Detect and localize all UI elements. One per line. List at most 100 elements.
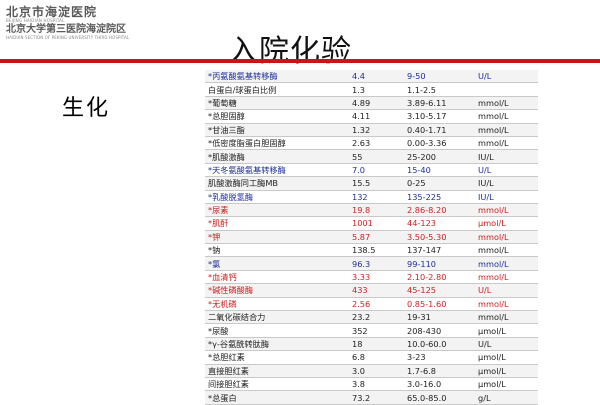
unit-cell: IU/L [475,190,538,204]
table-row: *天冬氨酸氨基转移酶 7.0 15-40 U/L [205,163,538,178]
table-row: *甘油三酯 1.32 0.40-1.71 mmol/L [205,123,538,137]
test-name-cell: 间接胆红素 [205,377,349,392]
header-divider [0,59,600,63]
unit-cell: U/L [475,70,538,84]
result-value-cell: 1.3 [349,82,404,97]
unit-cell: μmol/L [475,323,538,338]
result-value-cell: 4.89 [349,96,404,111]
result-value-cell: 5.87 [349,230,404,245]
result-value-cell: 132 [349,190,404,204]
test-name-cell: 肌酸激酶同工酶MB [205,176,349,191]
reference-range-cell: 19-31 [404,310,475,325]
test-name-cell: *天冬氨酸氨基转移酶 [205,163,349,178]
table-row: *血清钙 3.33 2.10-2.80 mmol/L [205,270,538,285]
result-value-cell: 4.11 [349,109,404,124]
test-name-cell: *乳酸脱氢酶 [205,190,349,204]
result-value-cell: 73.2 [349,390,404,405]
table-row: *碱性磷酸酶 433 45-125 U/L [205,283,538,298]
result-value-cell: 4.4 [349,70,404,84]
unit-cell: mmol/L [475,310,538,325]
result-value-cell: 138.5 [349,243,404,258]
test-name-cell: *尿素 [205,203,349,218]
table-row: *乳酸脱氢酶 132 135-225 IU/L [205,190,538,204]
hospital-logo: 北京市海淀医院 BEIJING HAIDIAN HOSPITAL 北京大学第三医… [6,6,196,40]
test-name-cell: *低密度脂蛋白胆固醇 [205,136,349,151]
table-row: *尿酸 352 208-430 μmol/L [205,323,538,338]
table-row: *氯 96.3 99-110 mmol/L [205,256,538,271]
unit-cell: mmol/L [475,297,538,312]
table-row: 白蛋白/球蛋白比例 1.3 1.1-2.5 [205,82,538,97]
table-row: *丙氨酸氨基转移酶 4.4 9-50 U/L [205,70,538,84]
reference-range-cell: 3.0-16.0 [404,377,475,392]
test-name-cell: *钾 [205,230,349,245]
reference-range-cell: 3-23 [404,350,475,365]
test-name-cell: *尿酸 [205,323,349,338]
reference-range-cell: 25-200 [404,149,475,164]
result-value-cell: 19.8 [349,203,404,218]
reference-range-cell: 65.0-85.0 [404,390,475,405]
test-name-cell: *肌酐 [205,216,349,231]
unit-cell: μmol/L [475,364,538,378]
result-value-cell: 18 [349,337,404,352]
unit-cell: μmol/L [475,350,538,365]
unit-cell: mmol/L [475,136,538,151]
table-row: *总胆固醇 4.11 3.10-5.17 mmol/L [205,109,538,124]
reference-range-cell: 9-50 [404,70,475,84]
unit-cell: μmol/L [475,216,538,231]
unit-cell: mmol/L [475,109,538,124]
table-row: 二氧化碳结合力 23.2 19-31 mmol/L [205,310,538,325]
result-value-cell: 1.32 [349,123,404,137]
test-name-cell: 直接胆红素 [205,364,349,378]
reference-range-cell: 3.10-5.17 [404,109,475,124]
section-label: 生化 [62,96,111,121]
reference-range-cell: 0.00-3.36 [404,136,475,151]
reference-range-cell: 135-225 [404,190,475,204]
logo-section-en: HAIDIAN SECTION OF PEKING UNIVERSITY THI… [6,35,130,40]
test-name-cell: 白蛋白/球蛋白比例 [205,82,349,97]
table-row: *尿素 19.8 2.86-8.20 mmol/L [205,203,538,218]
unit-cell: mmol/L [475,123,538,137]
slide-title: 入院化验 [228,34,352,69]
reference-range-cell: 3.50-5.30 [404,230,475,245]
test-name-cell: *总胆红素 [205,350,349,365]
reference-range-cell: 0.40-1.71 [404,123,475,137]
unit-cell: mmol/L [475,203,538,218]
test-name-cell: *血清钙 [205,270,349,285]
unit-cell: μmol/L [475,377,538,392]
result-value-cell: 2.63 [349,136,404,151]
unit-cell: U/L [475,163,538,178]
result-value-cell: 3.8 [349,377,404,392]
table-row: 直接胆红素 3.0 1.7-6.8 μmol/L [205,364,538,378]
table-row: *总蛋白 73.2 65.0-85.0 g/L [205,390,538,405]
logo-section-cn: 北京大学第三医院海淀院区 [6,24,126,35]
unit-cell: mmol/L [475,270,538,285]
lab-results-body: *丙氨酸氨基转移酶 4.4 9-50 U/L 白蛋白/球蛋白比例 1.3 1.1-2.5 *葡… [205,70,538,405]
reference-range-cell: 2.10-2.80 [404,270,475,285]
test-name-cell: *氯 [205,256,349,271]
result-value-cell: 433 [349,283,404,298]
test-name-cell: *γ-谷氨酰转肽酶 [205,337,349,352]
reference-range-cell: 208-430 [404,323,475,338]
unit-cell: mmol/L [475,256,538,271]
unit-cell: IU/L [475,149,538,164]
result-value-cell: 2.56 [349,297,404,312]
unit-cell: g/L [475,390,538,405]
reference-range-cell: 10.0-60.0 [404,337,475,352]
result-value-cell: 6.8 [349,350,404,365]
reference-range-cell: 0.85-1.60 [404,297,475,312]
unit-cell: IU/L [475,176,538,191]
test-name-cell: *肌酸激酶 [205,149,349,164]
reference-range-cell: 137-147 [404,243,475,258]
table-row: *低密度脂蛋白胆固醇 2.63 0.00-3.36 mmol/L [205,136,538,151]
result-value-cell: 15.5 [349,176,404,191]
lab-results-table: *丙氨酸氨基转移酶 4.4 9-50 U/L 白蛋白/球蛋白比例 1.3 1.1-2.5 *葡… [205,70,538,405]
table-row: 间接胆红素 3.8 3.0-16.0 μmol/L [205,377,538,392]
test-name-cell: *葡萄糖 [205,96,349,111]
result-value-cell: 23.2 [349,310,404,325]
reference-range-cell: 0-25 [404,176,475,191]
result-value-cell: 55 [349,149,404,164]
reference-range-cell: 99-110 [404,256,475,271]
reference-range-cell: 15-40 [404,163,475,178]
table-row: *钾 5.87 3.50-5.30 mmol/L [205,230,538,245]
test-name-cell: *总蛋白 [205,390,349,405]
